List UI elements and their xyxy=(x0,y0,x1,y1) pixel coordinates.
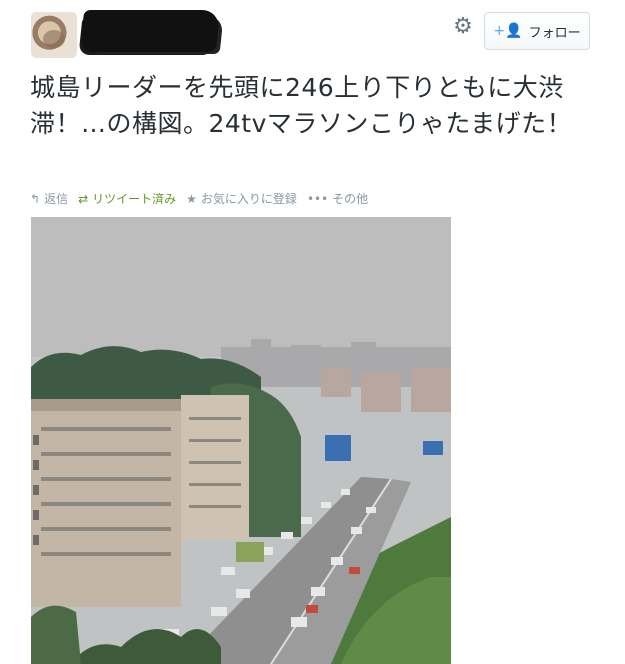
more-icon: ••• xyxy=(306,191,329,206)
person-add-icon: +👤 xyxy=(493,23,523,39)
star-icon: ★ xyxy=(186,191,197,206)
follow-label: フォロー xyxy=(528,25,581,41)
reply-label: 返信 xyxy=(44,192,69,206)
follow-button[interactable]: +👤 フォロー xyxy=(484,12,590,50)
favorite-button[interactable]: ★ お気に入りに登録 xyxy=(186,190,297,207)
reply-icon: ↰ xyxy=(30,191,41,206)
tweet-text: 城島リーダーを先頭に246上り下りともに大渋滞！…の構図。24tvマラソンこりゃ… xyxy=(30,73,573,138)
more-button[interactable]: ••• その他 xyxy=(307,190,368,207)
more-label: その他 xyxy=(332,192,369,206)
retweet-button[interactable]: ⇄ リツイート済み xyxy=(78,190,176,207)
reply-button[interactable]: ↰ 返信 xyxy=(30,190,68,207)
traffic-photo-illustration xyxy=(31,217,451,664)
gear-icon[interactable]: ⚙ xyxy=(451,15,475,39)
redacted-user-name xyxy=(79,10,221,52)
tweet-actions: ↰ 返信 ⇄ リツイート済み ★ お気に入りに登録 ••• その他 xyxy=(30,190,368,207)
avatar[interactable] xyxy=(31,12,77,58)
tweet-photo[interactable] xyxy=(31,217,451,664)
retweet-icon: ⇄ xyxy=(78,191,89,206)
retweet-label: リツイート済み xyxy=(92,192,177,206)
favorite-label: お気に入りに登録 xyxy=(200,192,297,206)
